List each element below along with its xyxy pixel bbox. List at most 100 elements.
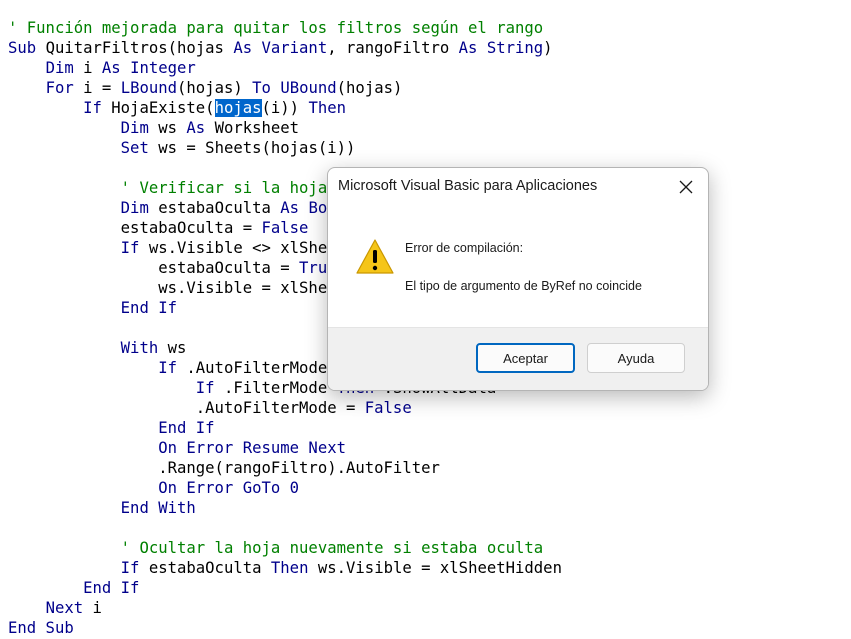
code-line: If .AutoFilterMode Then xyxy=(8,358,374,378)
code-token: On Error Resume Next xyxy=(158,439,346,457)
code-line: For i = LBound(hojas) To UBound(hojas) xyxy=(8,78,403,98)
code-token: Dim xyxy=(45,59,84,77)
code-token: False xyxy=(364,399,412,417)
code-token: As Integer xyxy=(101,59,196,77)
code-token: estabaOculta = xyxy=(158,259,300,277)
code-token: Next xyxy=(45,599,93,617)
code-line: Dim estabaOculta As Boolean xyxy=(8,198,375,218)
code-line: If HojaExiste(hojas(i)) Then xyxy=(8,98,346,118)
code-token: (hojas) xyxy=(177,79,253,97)
code-token: If xyxy=(120,239,149,257)
code-token: QuitarFiltros(hojas xyxy=(45,39,234,57)
code-line: Dim ws As Worksheet xyxy=(8,118,299,138)
error-heading: Error de compilación: xyxy=(405,241,524,255)
accept-button[interactable]: Aceptar xyxy=(476,343,575,373)
code-token: ' Ocultar la hoja nuevamente si estaba o… xyxy=(120,539,544,557)
code-token: For xyxy=(45,79,84,97)
code-token: End If xyxy=(158,419,215,437)
code-token: estabaOculta xyxy=(158,199,281,217)
code-token: As String xyxy=(458,39,544,57)
code-token: If xyxy=(83,99,112,117)
dialog-title: Microsoft Visual Basic para Aplicaciones xyxy=(338,178,598,194)
code-line: Dim i As Integer xyxy=(8,58,196,78)
code-token: As xyxy=(186,119,215,137)
code-line: End If xyxy=(8,298,177,318)
code-token: If xyxy=(195,379,224,397)
code-token: Dim xyxy=(120,119,159,137)
code-token: With xyxy=(120,339,168,357)
code-token: On Error GoTo 0 xyxy=(158,479,300,497)
code-token: .FilterMode xyxy=(223,379,337,397)
code-token: .AutoFilterMode = xyxy=(195,399,365,417)
code-token: estabaOculta = xyxy=(120,219,262,237)
code-token: estabaOculta xyxy=(148,559,271,577)
code-line: ' Ocultar la hoja nuevamente si estaba o… xyxy=(8,538,543,558)
code-line: With ws xyxy=(8,338,187,358)
code-token: Dim xyxy=(120,199,159,217)
code-token: , rangoFiltro xyxy=(327,39,459,57)
selected-text: hojas xyxy=(214,99,262,117)
code-token: ws xyxy=(167,339,187,357)
code-token: False xyxy=(261,219,309,237)
code-token: ws xyxy=(158,119,187,137)
error-dialog: Microsoft Visual Basic para Aplicaciones… xyxy=(327,167,709,391)
code-line: End Sub xyxy=(8,618,74,638)
close-icon[interactable] xyxy=(672,174,700,200)
dialog-footer: Aceptar Ayuda xyxy=(328,327,708,390)
help-button[interactable]: Ayuda xyxy=(587,343,685,373)
code-line: ' Función mejorada para quitar los filtr… xyxy=(8,18,543,38)
code-token: If xyxy=(158,359,187,377)
code-token: i = xyxy=(83,79,121,97)
code-line: Sub QuitarFiltros(hojas As Variant, rang… xyxy=(8,38,553,58)
code-token: .Range(rangoFiltro).AutoFilter xyxy=(158,459,440,477)
code-token: As Variant xyxy=(233,39,328,57)
code-token: i xyxy=(92,599,102,617)
code-token: UBound xyxy=(280,79,337,97)
code-line: .Range(rangoFiltro).AutoFilter xyxy=(8,458,440,478)
code-line: On Error GoTo 0 xyxy=(8,478,299,498)
code-token: Sub xyxy=(8,39,46,57)
warning-icon xyxy=(356,238,394,276)
code-token: To xyxy=(252,79,281,97)
code-line: estabaOculta = True xyxy=(8,258,336,278)
code-token: i xyxy=(83,59,102,77)
code-line: End If xyxy=(8,418,215,438)
code-line: .AutoFilterMode = False xyxy=(8,398,412,418)
dialog-body: Error de compilación: El tipo de argumen… xyxy=(328,205,708,327)
code-token: End If xyxy=(83,579,140,597)
code-token: Set xyxy=(120,139,159,157)
code-token: If xyxy=(120,559,149,577)
code-line: On Error Resume Next xyxy=(8,438,346,458)
code-token: End Sub xyxy=(8,619,74,637)
code-token: ) xyxy=(543,39,553,57)
code-token: Then xyxy=(308,99,347,117)
code-token: HojaExiste( xyxy=(111,99,215,117)
code-token: .AutoFilterMode xyxy=(186,359,337,377)
code-token: End With xyxy=(120,499,196,517)
code-token: Worksheet xyxy=(214,119,300,137)
